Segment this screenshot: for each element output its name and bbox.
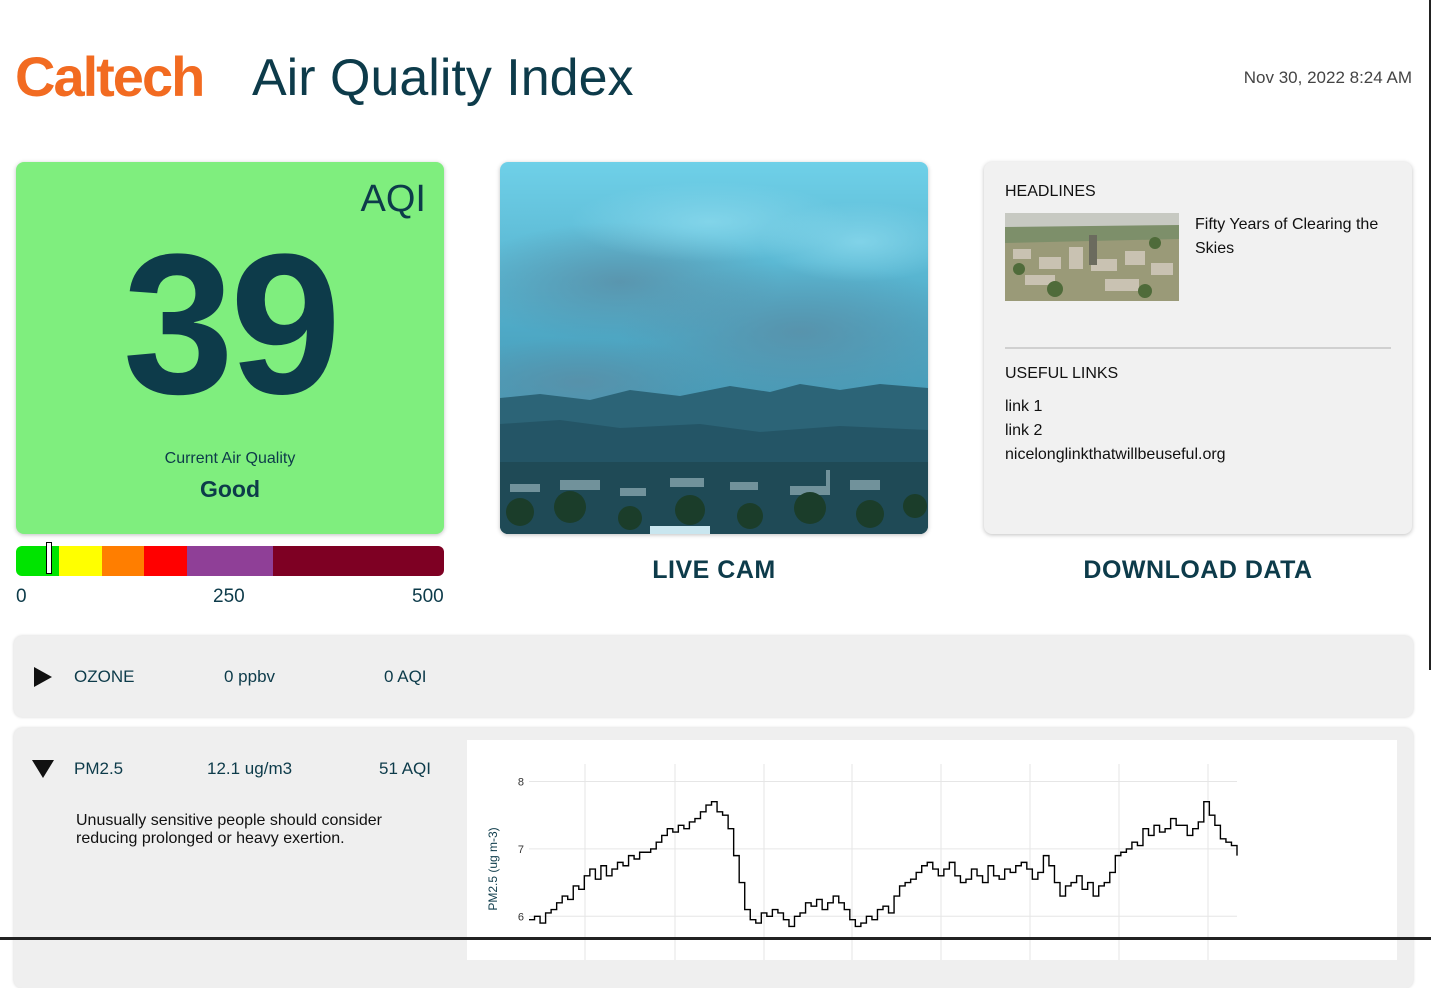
pollutant-name: PM2.5 <box>74 759 124 778</box>
pollutant-concentration: 12.1 ug/m3 <box>207 759 293 778</box>
scale-tick-label: 250 <box>213 586 245 607</box>
live-cam-link[interactable]: LIVE CAM <box>500 556 928 585</box>
pollutant-row-ozone[interactable]: OZONE 0 ppbv 0 AQI <box>14 636 1413 717</box>
pollutant-concentration: 0 ppbv <box>224 667 276 686</box>
live-cam-scene <box>500 162 928 534</box>
scale-tick-label: 0 <box>16 586 27 607</box>
aqi-category: Good <box>199 476 261 502</box>
y-tick-label: 7 <box>518 844 524 856</box>
scale-tick-label: 500 <box>412 586 444 607</box>
pm25-chart: 6 7 8 PM2.5 (ug m-3) <box>467 740 1397 960</box>
aqi-scale-marker <box>46 542 53 574</box>
headline-thumbnail[interactable] <box>1005 213 1179 301</box>
page-title: Air Quality Index <box>252 49 634 107</box>
triangle-down-icon[interactable] <box>31 759 55 779</box>
live-cam-image[interactable] <box>500 162 928 534</box>
pollutant-name: OZONE <box>74 667 135 686</box>
health-advisory-text: Unusually sensitive people should consid… <box>76 812 382 847</box>
useful-links-heading: USEFUL LINKS <box>1005 365 1119 382</box>
aqi-caption: Current Air Quality <box>164 450 296 467</box>
y-axis-label: PM2.5 (ug m-3) <box>486 827 500 910</box>
headline-link[interactable]: Fifty Years of Clearing the Skies <box>1195 213 1395 261</box>
pm25-chart-svg: 6 7 8 PM2.5 (ug m-3) <box>486 764 1238 960</box>
headlines-heading: HEADLINES <box>1005 183 1096 200</box>
news-card: HEADLINES Fifty Years of Clearing the Sk… <box>984 162 1412 534</box>
caltech-logo[interactable]: Caltech <box>15 44 205 109</box>
triangle-right-icon[interactable] <box>32 666 54 688</box>
aqi-card: AQI 39 Current Air Quality Good <box>16 162 444 534</box>
aqi-scale-marker-track <box>16 542 444 578</box>
useful-link[interactable]: link 1 <box>1005 398 1042 416</box>
pollutant-row-pm25[interactable]: PM2.5 12.1 ug/m3 51 AQI Unusually sensit… <box>14 728 1413 988</box>
useful-link[interactable]: link 2 <box>1005 422 1042 440</box>
useful-link[interactable]: nicelonglinkthatwillbeuseful.org <box>1005 446 1226 464</box>
aqi-value: 39 <box>122 213 341 436</box>
pm25-series-line <box>529 801 1238 928</box>
pollutant-aqi: 0 AQI <box>384 667 427 686</box>
timestamp: Nov 30, 2022 8:24 AM <box>1243 68 1412 87</box>
news-divider <box>1005 347 1391 349</box>
y-tick-label: 6 <box>518 911 524 923</box>
download-data-link[interactable]: DOWNLOAD DATA <box>984 556 1412 585</box>
y-tick-label: 8 <box>518 776 524 788</box>
pollutant-aqi: 51 AQI <box>379 759 431 778</box>
